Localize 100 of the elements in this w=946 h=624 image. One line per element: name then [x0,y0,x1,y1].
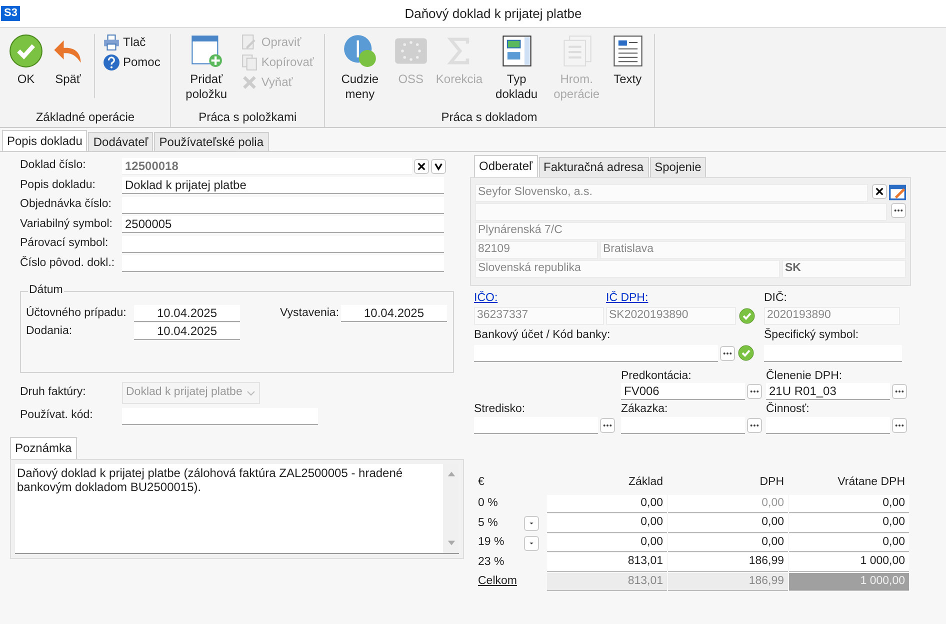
clear-button[interactable] [414,158,429,174]
ribbon-button[interactable]: Tlač [103,34,160,51]
amount-cell: 0,00 [547,514,667,533]
amount-cell: 0,00 [789,494,909,514]
scroll-up-icon [446,470,456,479]
help-icon [103,54,120,71]
cross-icon [241,74,258,91]
city-field: Bratislava [600,240,906,259]
check-icon [9,34,43,68]
field-link[interactable]: IČO: [474,292,498,307]
id-field: 2020193890 [764,306,900,325]
amount-cell: 1 000,00 [789,572,909,592]
text-document-icon [610,34,645,68]
amount-cell: 0,00 [547,494,667,514]
field-label: Druh faktúry: [20,386,87,400]
input-field[interactable] [122,236,444,253]
amount-cell: 0,00 [789,514,909,533]
zip-field: 82109 [475,240,598,259]
chevron-down-icon [434,162,443,171]
ribbon-button[interactable]: Späť [48,34,88,110]
street-field: Plynárenská 7/C [475,222,906,240]
amount-cell: 0,00 [547,534,667,552]
field-label: Vystavenia: [279,306,340,321]
field-link[interactable]: IČ DPH: [606,292,648,307]
note-field[interactable]: Daňový doklad k prijatej platbe (zálohová faktúra ZAL2500005 - hradené bankovým dokladom BU2500015). [15,464,459,554]
add-item-icon [189,34,224,68]
browse-button[interactable] [747,418,762,434]
field-label: DIČ: [764,292,787,306]
field-label: Variabilný symbol: [20,218,114,232]
browse-button[interactable] [600,418,615,434]
browse-button[interactable] [892,418,907,434]
tab[interactable]: Používateľské polia [154,132,268,152]
ribbon-button[interactable]: Typ dokladu [488,34,546,110]
document-type-icon [500,34,534,68]
rate-label: 19 % [478,536,506,550]
input-field[interactable]: 12500018 [122,158,412,175]
amount-cell: 186,99 [668,572,788,592]
field-label: Číslo pôvod. dokl.: [20,256,116,271]
field-label: Predkontácia: [621,370,692,384]
amount-cell: 813,01 [547,553,667,572]
browse-button[interactable] [892,384,907,400]
field-label: Dodania: [26,324,74,339]
amount-cell: 186,99 [668,553,788,572]
tab[interactable]: Dodávateľ [88,132,154,152]
clear-button[interactable] [872,184,887,199]
group-label: Práca s dokladom [440,110,538,126]
dropdown-button[interactable] [524,536,539,551]
input-field[interactable] [621,417,745,434]
ribbon-button[interactable]: OK [6,34,46,110]
input-field[interactable] [474,417,598,434]
coin-icon [342,34,377,68]
tab[interactable]: Poznámka [10,437,77,459]
ribbon-button[interactable]: Pridať položku [177,34,236,110]
field-label: Účtovného prípadu: [26,306,128,321]
rate-label: Celkom [478,575,518,590]
app-logo: S3 [1,6,20,22]
amount-cell: 1 000,00 [789,553,909,572]
browse-button[interactable] [747,384,762,400]
browse-button[interactable] [891,202,906,218]
close-icon [875,186,884,196]
input-field[interactable] [474,344,718,362]
date-field[interactable]: 10.04.2025 [134,323,240,340]
column-header: Základ [627,476,664,490]
input-field[interactable] [764,344,902,362]
ribbon-button[interactable]: Cudzie meny [330,34,389,110]
input-field[interactable] [122,408,318,425]
next-button[interactable] [431,158,446,174]
column-header: DPH [758,476,785,490]
input-field[interactable] [122,255,444,272]
field-label: Bankový účet / Kód banky: [474,328,612,343]
tab[interactable]: Spojenie [650,157,706,177]
input-field[interactable]: 2500005 [122,216,444,234]
ribbon-button[interactable]: Pomoc [103,54,160,71]
ribbon-button[interactable]: Texty [608,34,648,110]
browse-button[interactable] [720,346,735,361]
tab[interactable]: Odberateľ [474,155,538,177]
field-label: Špecifický symbol: [764,328,860,343]
field-label: Zákazka: [621,403,669,418]
date-field[interactable]: 10.04.2025 [341,305,447,322]
group-label: Práca s položkami [198,110,298,126]
tab[interactable]: Popis dokladu [2,130,88,152]
edit-card-icon [889,184,906,201]
input-field[interactable] [766,417,890,434]
amount-cell: 0,00 [789,534,909,552]
input-field[interactable] [122,196,444,214]
chevron-down-icon [246,388,256,398]
note-text: Daňový doklad k prijatej platbe (zálohová faktúra ZAL2500005 - hradené bankovým dokladom BU2500015). [16,464,404,496]
dropdown-button[interactable] [524,516,539,532]
field-label: Stredisko: [474,403,526,418]
field-label: Činnosť: [766,403,810,418]
rate-label: 23 % [478,556,506,570]
input-field[interactable]: 21U R01_03 [766,383,890,400]
date-field[interactable]: 10.04.2025 [134,305,240,322]
input-field[interactable]: FV006 [621,383,745,400]
tab[interactable]: Fakturačná adresa [538,157,649,177]
country-field: Slovenská republika [475,260,780,278]
input-field[interactable]: Doklad k prijatej platbe [122,177,444,194]
amount-cell: 0,00 [668,494,788,514]
window-title: Daňový doklad k prijatej platbe [404,6,583,22]
country-code-field: SK [782,260,906,278]
